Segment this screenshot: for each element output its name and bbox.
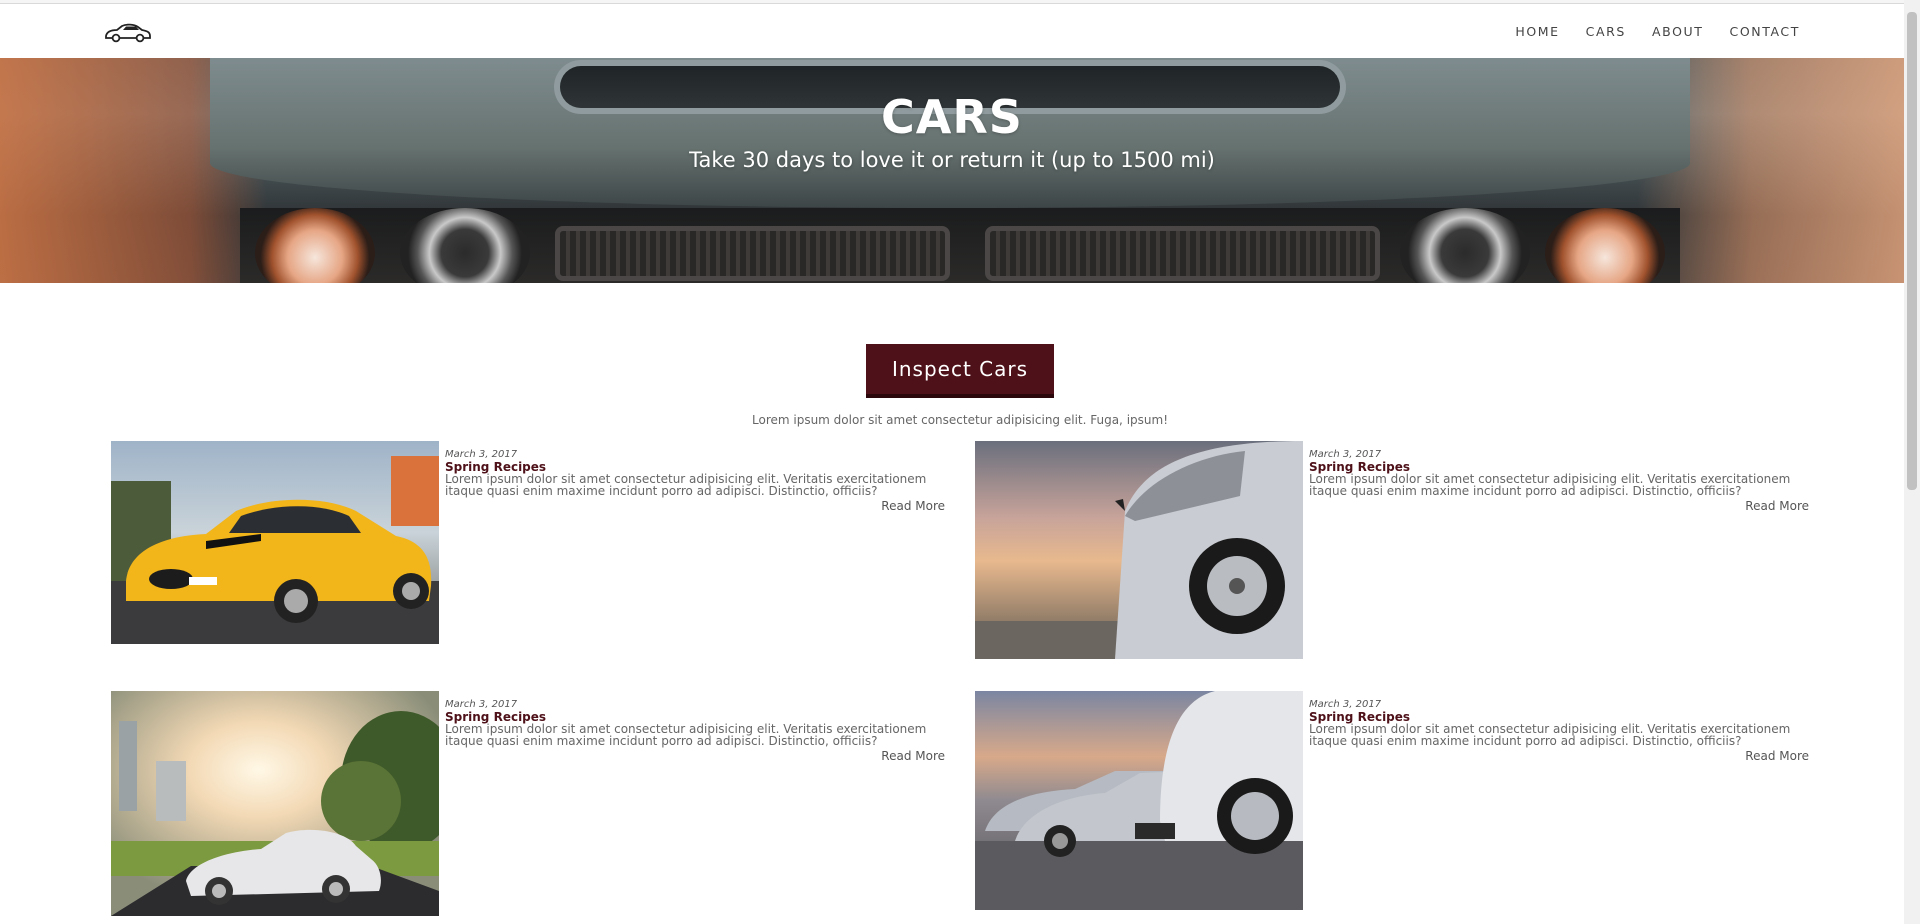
hero-banner: CARS Take 30 days to love it or return i… <box>0 58 1904 283</box>
card-description: Lorem ipsum dolor sit amet consectetur a… <box>445 722 927 748</box>
silver-car-side-sunset-image[interactable] <box>975 441 1303 659</box>
nav-contact-link[interactable]: CONTACT <box>1730 24 1800 39</box>
scrollbar-thumb[interactable] <box>1907 12 1917 490</box>
inspect-cars-button[interactable]: Inspect Cars <box>866 344 1054 398</box>
card-meta: March 3, 2017 Spring Recipes Lorem ipsum… <box>1309 449 1809 512</box>
intro-text: Lorem ipsum dolor sit amet consectetur a… <box>752 413 1168 427</box>
nav-about-link[interactable]: ABOUT <box>1652 24 1704 39</box>
read-more-link[interactable]: Read More <box>881 750 945 762</box>
nav-home-link[interactable]: HOME <box>1515 24 1559 39</box>
white-sports-car-park-image[interactable] <box>111 691 439 916</box>
card-meta: March 3, 2017 Spring Recipes Lorem ipsum… <box>1309 699 1809 762</box>
nav-cars-link[interactable]: CARS <box>1586 24 1626 39</box>
card-meta: March 3, 2017 Spring Recipes Lorem ipsum… <box>445 699 945 762</box>
card-description: Lorem ipsum dolor sit amet consectetur a… <box>1309 722 1791 748</box>
parked-cars-sunset-image[interactable] <box>975 691 1303 910</box>
read-more-link[interactable]: Read More <box>1745 500 1809 512</box>
card-description: Lorem ipsum dolor sit amet consectetur a… <box>1309 472 1791 498</box>
read-more-link[interactable]: Read More <box>1745 750 1809 762</box>
hero-grille-vent-right <box>985 226 1380 281</box>
card-description: Lorem ipsum dolor sit amet consectetur a… <box>445 472 927 498</box>
navbar: HOME CARS ABOUT CONTACT <box>0 4 1904 58</box>
yellow-sports-car-image[interactable] <box>111 441 439 644</box>
hero-grille-vent-left <box>555 226 950 281</box>
read-more-link[interactable]: Read More <box>881 500 945 512</box>
page-scrollbar[interactable] <box>1904 0 1920 924</box>
car-logo-icon[interactable] <box>104 21 152 43</box>
card-meta: March 3, 2017 Spring Recipes Lorem ipsum… <box>445 449 945 512</box>
main-nav: HOME CARS ABOUT CONTACT <box>1515 4 1800 58</box>
hero-title: CARS <box>881 90 1023 144</box>
hero-subtitle: Take 30 days to love it or return it (up… <box>689 148 1215 172</box>
